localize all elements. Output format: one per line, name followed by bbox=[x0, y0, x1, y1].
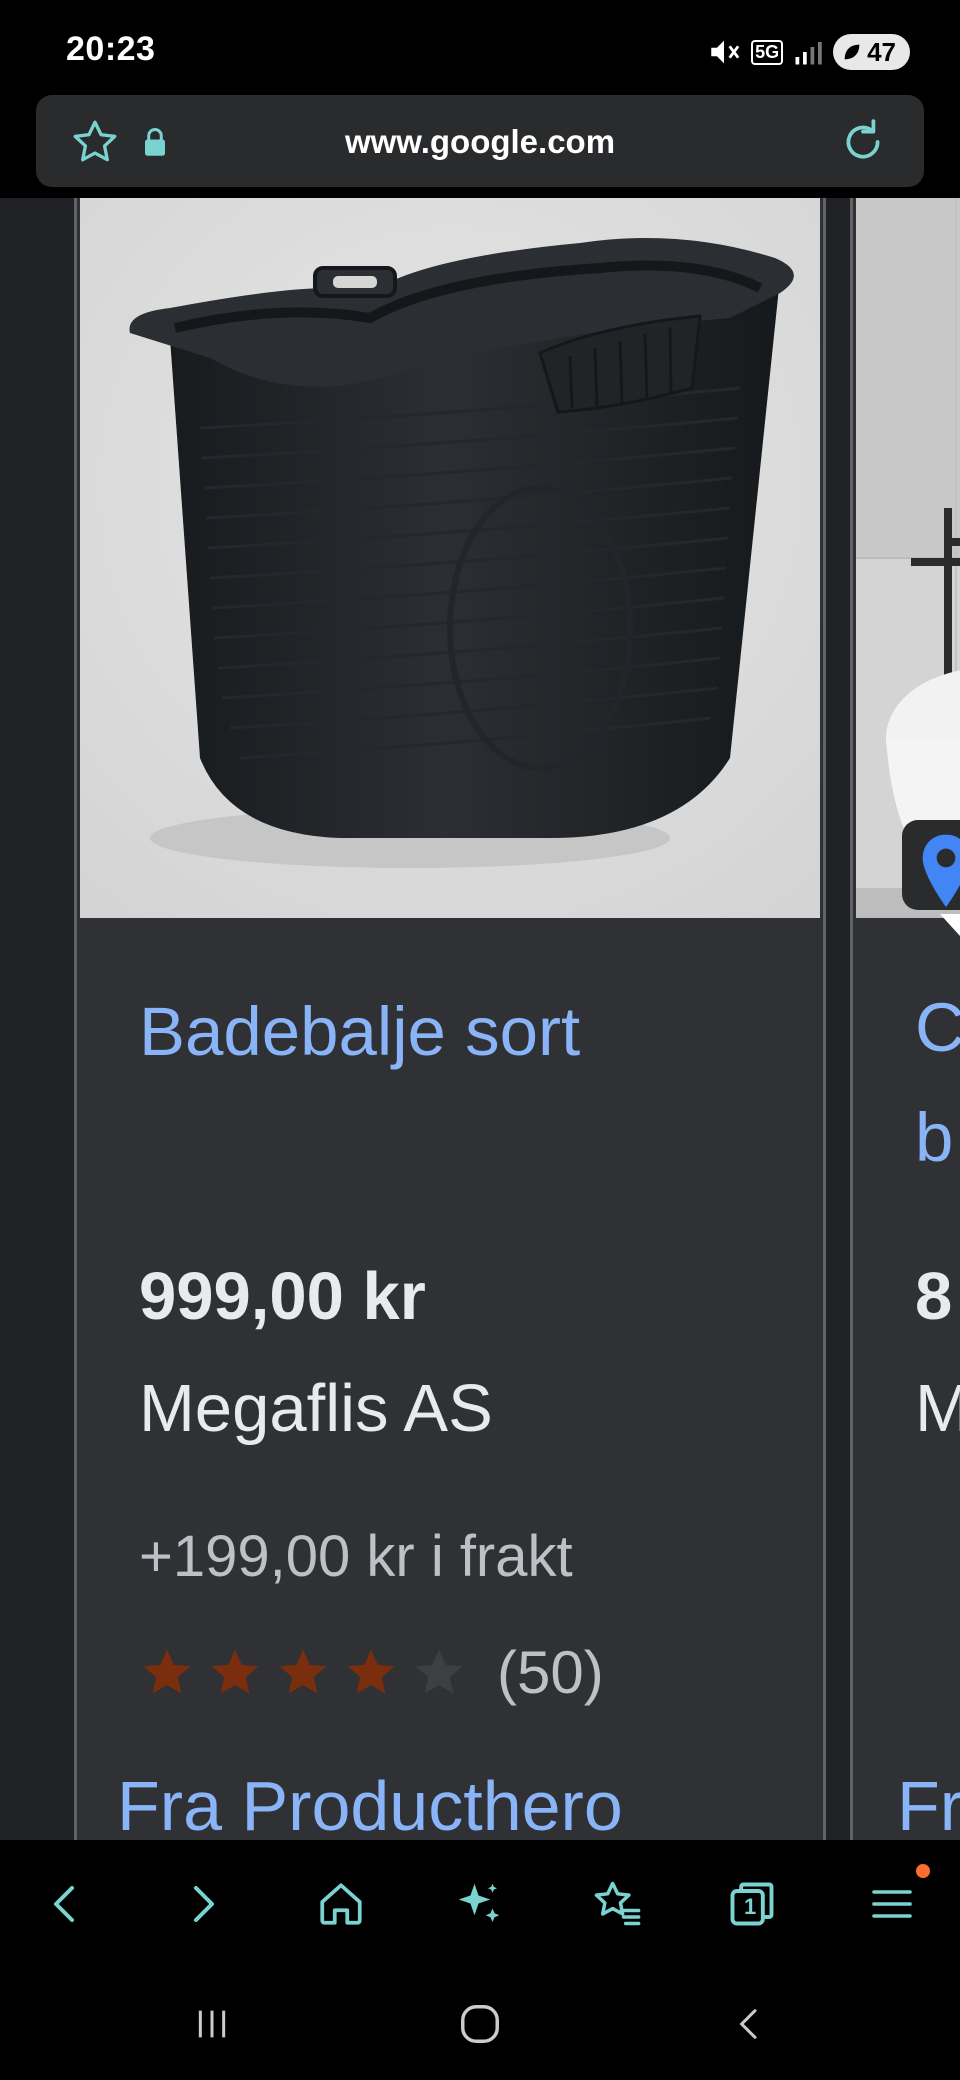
notification-dot bbox=[916, 1864, 930, 1878]
assistant-button[interactable] bbox=[447, 1872, 511, 1936]
home-button[interactable] bbox=[309, 1872, 373, 1936]
merchant-link[interactable]: Fra Producthero bbox=[117, 1766, 623, 1840]
home-circle-icon bbox=[461, 2005, 499, 2043]
home-system-button[interactable] bbox=[450, 1994, 510, 2054]
next-product-title-line1[interactable]: C bbox=[915, 988, 960, 1067]
leaf-icon bbox=[844, 44, 860, 60]
address-bar[interactable]: www.google.com bbox=[36, 95, 924, 187]
next-product-seller: M bbox=[915, 1371, 960, 1446]
battery-indicator: 47 bbox=[833, 34, 910, 70]
star-filled-icon bbox=[211, 1649, 259, 1694]
status-time: 20:23 bbox=[66, 30, 156, 68]
status-icons: 5G 47 bbox=[707, 32, 910, 72]
tabs-count: 1 bbox=[744, 1894, 757, 1919]
menu-icon bbox=[872, 1890, 912, 1918]
signal-icon bbox=[795, 42, 822, 65]
pointer-icon bbox=[940, 914, 960, 936]
product-title[interactable]: Badebalje sort bbox=[139, 992, 580, 1071]
product-card[interactable]: Badebalje sort 999,00 kr Megaflis AS +19… bbox=[74, 198, 826, 1840]
recent-apps-icon bbox=[198, 2010, 226, 2038]
location-pin-icon bbox=[922, 834, 960, 907]
bookmarks-button[interactable] bbox=[585, 1872, 649, 1936]
reload-icon[interactable] bbox=[838, 117, 888, 172]
product-image[interactable] bbox=[80, 198, 820, 918]
product-seller: Megaflis AS bbox=[139, 1371, 493, 1446]
next-product-merchant-link[interactable]: Fr bbox=[897, 1766, 960, 1840]
sparkle-icon bbox=[458, 1883, 500, 1922]
back-button[interactable] bbox=[34, 1872, 98, 1936]
url-text[interactable]: www.google.com bbox=[36, 123, 924, 161]
recent-apps-button[interactable] bbox=[182, 1994, 242, 2054]
network-icon: 5G bbox=[751, 39, 784, 65]
next-product-image[interactable] bbox=[856, 198, 960, 918]
status-bar: 20:23 5G 47 bbox=[0, 0, 960, 92]
next-product-price: 8 bbox=[915, 1259, 953, 1334]
back-system-button[interactable] bbox=[720, 1994, 780, 2054]
bookmarks-icon bbox=[594, 1881, 641, 1926]
back-chevron-icon bbox=[739, 2009, 757, 2039]
back-icon bbox=[54, 1886, 74, 1922]
search-results-carousel[interactable]: Badebalje sort 999,00 kr Megaflis AS +19… bbox=[0, 198, 960, 1840]
star-filled-icon bbox=[279, 1649, 327, 1694]
star-empty-icon bbox=[415, 1649, 463, 1694]
battery-level: 47 bbox=[867, 36, 896, 67]
mute-icon bbox=[711, 40, 740, 64]
review-count: (50) bbox=[497, 1639, 604, 1706]
next-product-card[interactable]: C b 8 M Fr bbox=[850, 198, 960, 1840]
forward-button[interactable] bbox=[170, 1872, 234, 1936]
star-filled-icon bbox=[347, 1649, 395, 1694]
next-product-title-line2[interactable]: b bbox=[915, 1098, 953, 1177]
shipping-cost: +199,00 kr i frakt bbox=[139, 1524, 573, 1589]
tabs-button[interactable]: 1 bbox=[720, 1872, 784, 1936]
star-filled-icon bbox=[143, 1649, 191, 1694]
location-badge[interactable] bbox=[902, 820, 960, 936]
home-icon bbox=[320, 1883, 362, 1925]
product-price: 999,00 kr bbox=[139, 1259, 426, 1334]
star-rating: (50) bbox=[139, 1638, 604, 1707]
system-navigation-bar bbox=[0, 1960, 960, 2080]
forward-icon bbox=[194, 1886, 214, 1922]
menu-button[interactable] bbox=[860, 1864, 930, 1936]
url-area: www.google.com bbox=[0, 92, 960, 198]
browser-toolbar: 1 bbox=[0, 1840, 960, 1960]
